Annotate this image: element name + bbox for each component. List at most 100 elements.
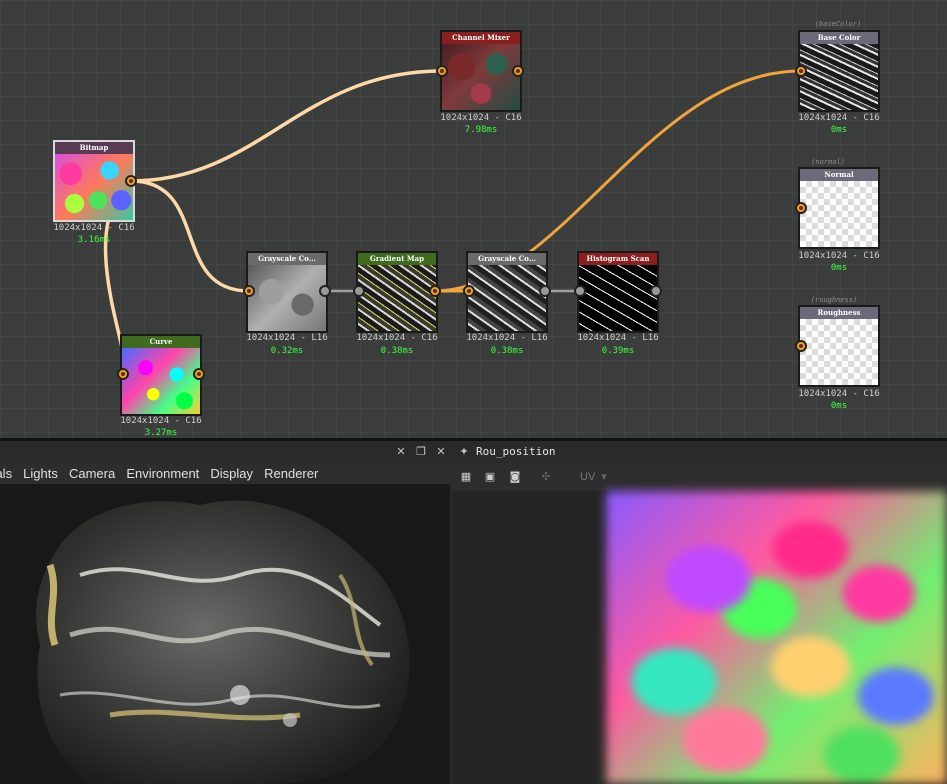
viewport-3d-scene[interactable] — [0, 485, 450, 784]
restore-icon[interactable]: ❐ — [413, 444, 429, 460]
node-time: 0ms — [830, 401, 848, 411]
node-thumbnail — [579, 265, 657, 331]
node-title: Roughness — [800, 307, 878, 319]
output-label: (baseColor) — [814, 20, 862, 28]
output-port[interactable] — [539, 285, 551, 297]
chevron-down-icon[interactable]: ▾ — [596, 469, 612, 485]
mesh-body — [36, 500, 410, 784]
input-port[interactable] — [463, 285, 475, 297]
output-label: (roughness) — [810, 296, 858, 304]
share-icon[interactable]: ✣ — [538, 469, 554, 485]
pin-icon[interactable]: ✕ — [393, 444, 409, 460]
node-thumbnail — [248, 265, 326, 331]
mesh-yellow-band — [46, 563, 59, 647]
menu-materials[interactable]: erials — [0, 463, 15, 485]
output-label: (normal) — [811, 158, 845, 166]
uv-dropdown[interactable]: UV — [580, 469, 595, 485]
viewport-2d-panel[interactable]: ✦ Rou_position ▦ ▣ ◙ ✣ UV ▾ — [452, 441, 947, 784]
node-thumbnail — [442, 44, 520, 110]
node-title: Channel Mixer — [442, 32, 520, 44]
node-thumbnail — [122, 348, 200, 414]
viewport-3d-panel[interactable]: ✕ ❐ ✕ erials Lights Camera Environment D… — [0, 441, 450, 784]
mesh-highlight-spot — [230, 685, 250, 705]
menu-row: erials Lights Camera Environment Display… — [0, 463, 321, 485]
input-port[interactable] — [243, 285, 255, 297]
node-title: Grayscale Co… — [468, 253, 546, 265]
input-port[interactable] — [795, 65, 807, 77]
viewport-2d-toolbar: ▦ ▣ ◙ ✣ UV ▾ — [452, 463, 947, 491]
node-title: Grayscale Co… — [248, 253, 326, 265]
input-port[interactable] — [574, 285, 586, 297]
node-grayscale-conversion[interactable]: Grayscale Co… — [246, 251, 328, 333]
node-info: 1024x1024 - C16 — [53, 223, 135, 233]
node-info: 1024x1024 - C16 — [798, 113, 880, 123]
node-info: 1024x1024 - C16 — [120, 416, 202, 426]
node-thumbnail — [55, 154, 133, 220]
output-port[interactable] — [193, 368, 205, 380]
mesh-highlight-spot — [283, 713, 297, 727]
output-port[interactable] — [429, 285, 441, 297]
node-time: 0ms — [830, 263, 848, 273]
node-time: 0.38ms — [380, 346, 414, 356]
save-icon[interactable]: ▣ — [482, 469, 498, 485]
wire-bitmap-channel-mixer — [130, 69, 443, 183]
node-output-basecolor[interactable]: Base Color — [798, 30, 880, 112]
viewport-3d-titlebar: ✕ ❐ ✕ — [0, 441, 450, 463]
output-port[interactable] — [319, 285, 331, 297]
output-port[interactable] — [125, 175, 137, 187]
output-port[interactable] — [650, 285, 662, 297]
input-port[interactable] — [795, 202, 807, 214]
node-title: Base Color — [800, 32, 878, 44]
node-time: 7.98ms — [464, 125, 498, 135]
node-time: 3.27ms — [144, 428, 178, 438]
output-port[interactable] — [512, 65, 524, 77]
menu-renderer[interactable]: Renderer — [261, 463, 321, 485]
node-info: 1024x1024 - C16 — [440, 113, 522, 123]
node-time: 0ms — [830, 125, 848, 135]
texture-preview-image[interactable] — [606, 491, 947, 784]
node-thumbnail — [358, 265, 436, 331]
node-output-normal[interactable]: Normal — [798, 167, 880, 249]
node-info: 1024x1024 - C16 — [356, 333, 438, 343]
input-port[interactable] — [353, 285, 365, 297]
menu-environment[interactable]: Environment — [123, 463, 202, 485]
paw-icon[interactable]: ✦ — [456, 444, 472, 460]
node-thumbnail — [800, 319, 878, 385]
node-histogram-scan[interactable]: Histogram Scan — [577, 251, 659, 333]
wire-bitmap-grayscale — [130, 179, 250, 293]
input-port[interactable] — [436, 65, 448, 77]
node-title: Bitmap — [55, 142, 133, 154]
node-time: 0.38ms — [490, 346, 524, 356]
node-title: Curve — [122, 336, 200, 348]
node-title: Normal — [800, 169, 878, 181]
viewport-3d-menubar: erials Lights Camera Environment Display… — [0, 463, 450, 485]
node-info: 1024x1024 - L16 — [246, 333, 328, 343]
node-title: Histogram Scan — [579, 253, 657, 265]
channels-icon[interactable]: ▦ — [458, 469, 474, 485]
node-grayscale-conversion-2[interactable]: Grayscale Co… — [466, 251, 548, 333]
node-channel-mixer[interactable]: Channel Mixer — [440, 30, 522, 112]
viewport-2d-titlebar: ✦ Rou_position — [452, 441, 947, 463]
menu-display[interactable]: Display — [207, 463, 256, 485]
camera-icon[interactable]: ◙ — [507, 469, 523, 485]
mesh-preview — [36, 500, 410, 784]
menu-camera[interactable]: Camera — [66, 463, 118, 485]
node-bitmap[interactable]: Bitmap — [53, 140, 135, 222]
node-thumbnail — [800, 181, 878, 247]
viewport-2d-title: Rou_position — [476, 445, 556, 458]
input-port[interactable] — [117, 368, 129, 380]
node-thumbnail — [468, 265, 546, 331]
node-output-roughness[interactable]: Roughness — [798, 305, 880, 387]
menu-lights[interactable]: Lights — [20, 463, 61, 485]
node-curve[interactable]: Curve — [120, 334, 202, 416]
input-port[interactable] — [795, 340, 807, 352]
node-time: 3.16ms — [77, 235, 111, 245]
node-graph[interactable]: Bitmap 1024x1024 - C16 3.16ms Channel Mi… — [0, 0, 947, 438]
node-info: 1024x1024 - L16 — [577, 333, 659, 343]
viewport-2d-sidebar — [452, 491, 605, 784]
node-time: 0.39ms — [601, 346, 635, 356]
node-gradient-map[interactable]: Gradient Map — [356, 251, 438, 333]
node-info: 1024x1024 - C16 — [798, 389, 880, 399]
node-thumbnail — [800, 44, 878, 110]
close-icon[interactable]: ✕ — [433, 444, 449, 460]
